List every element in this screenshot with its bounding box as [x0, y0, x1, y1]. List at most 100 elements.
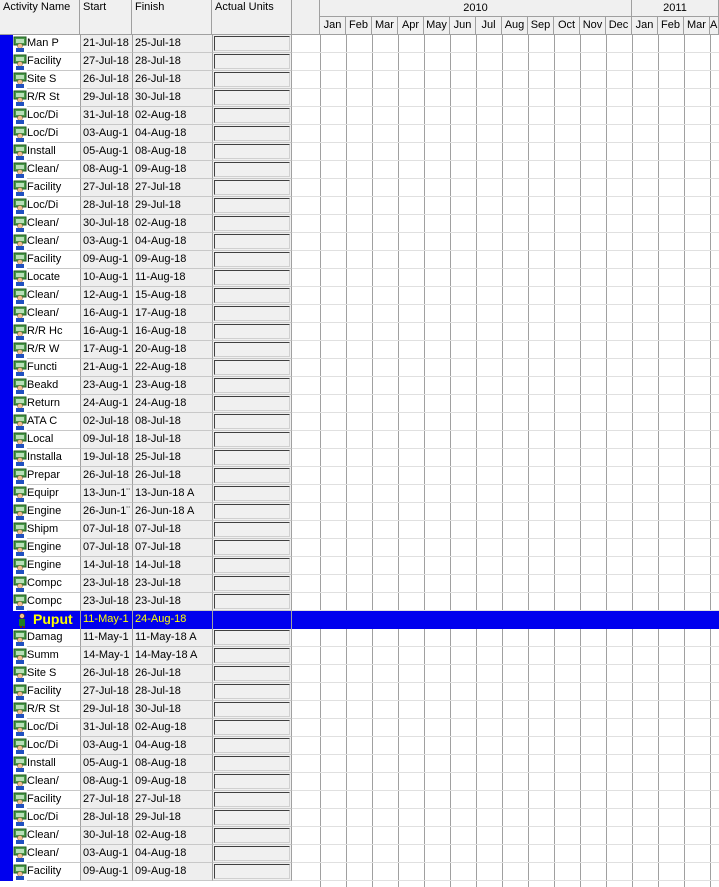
activity-name-cell[interactable]: Shipm [27, 521, 80, 539]
activity-row[interactable]: Clean/12-Aug-1 15-Aug-18 [0, 287, 719, 305]
activity-name-cell[interactable]: Return [27, 395, 80, 413]
actual-units-input[interactable] [214, 630, 290, 645]
actual-units-cell[interactable] [212, 503, 292, 521]
finish-cell[interactable]: 30-Jul-18 [132, 89, 212, 107]
start-cell[interactable]: 31-Jul-18 [80, 719, 132, 737]
activity-row[interactable]: Install 05-Aug-1 08-Aug-18 [0, 143, 719, 161]
start-cell[interactable]: 29-Jul-18 [80, 89, 132, 107]
activity-row[interactable]: Clean/08-Aug-1 09-Aug-18 [0, 773, 719, 791]
finish-cell[interactable]: 02-Aug-18 [132, 215, 212, 233]
activity-name-cell[interactable]: Site S [27, 71, 80, 89]
actual-units-input[interactable] [214, 828, 290, 843]
start-cell[interactable]: 24-Aug-1 [80, 395, 132, 413]
activity-row[interactable]: Equipr 13-Jun-1¨ 13-Jun-18 A [0, 485, 719, 503]
start-cell[interactable]: 05-Aug-1 [80, 755, 132, 773]
activity-name-cell[interactable]: Clean/ [27, 305, 80, 323]
activity-row[interactable]: Loc/Di 31-Jul-18 02-Aug-18 [0, 719, 719, 737]
actual-units-input[interactable] [214, 108, 290, 123]
activity-row[interactable]: Engine 14-Jul-18 14-Jul-18 [0, 557, 719, 575]
actual-units-cell[interactable] [212, 431, 292, 449]
finish-cell[interactable]: 22-Aug-18 [132, 359, 212, 377]
actual-units-input[interactable] [214, 738, 290, 753]
actual-units-input[interactable] [214, 756, 290, 771]
activity-name-cell[interactable]: R/R Hc [27, 323, 80, 341]
actual-units-cell[interactable] [212, 395, 292, 413]
finish-cell[interactable]: 08-Aug-18 [132, 143, 212, 161]
start-cell[interactable]: 03-Aug-1 [80, 233, 132, 251]
start-cell[interactable]: 03-Aug-1 [80, 737, 132, 755]
actual-units-cell[interactable] [212, 89, 292, 107]
finish-cell[interactable]: 14-May-18 A [132, 647, 212, 665]
start-cell[interactable]: 09-Jul-18 [80, 431, 132, 449]
finish-cell[interactable]: 25-Jul-18 [132, 449, 212, 467]
activity-name-cell[interactable]: Site S [27, 665, 80, 683]
actual-units-input[interactable] [214, 126, 290, 141]
actual-units-input[interactable] [214, 558, 290, 573]
start-cell[interactable]: 03-Aug-1 [80, 845, 132, 863]
actual-units-input[interactable] [214, 450, 290, 465]
activity-row[interactable]: Loc/Di 03-Aug-1 04-Aug-18 [0, 125, 719, 143]
actual-units-cell[interactable] [212, 845, 292, 863]
actual-units-input[interactable] [214, 648, 290, 663]
activity-name-cell[interactable]: R/R St [27, 701, 80, 719]
actual-units-input[interactable] [214, 252, 290, 267]
activity-row[interactable]: Facility 09-Aug-1 09-Aug-18 [0, 863, 719, 881]
activity-name-cell[interactable]: Local [27, 431, 80, 449]
finish-cell[interactable]: 27-Jul-18 [132, 791, 212, 809]
finish-cell[interactable]: 15-Aug-18 [132, 287, 212, 305]
activity-name-cell[interactable]: Beakd [27, 377, 80, 395]
actual-units-input[interactable] [214, 216, 290, 231]
actual-units-cell[interactable] [212, 107, 292, 125]
actual-units-cell[interactable] [212, 251, 292, 269]
actual-units-input[interactable] [214, 360, 290, 375]
start-cell[interactable]: 19-Jul-18 [80, 449, 132, 467]
activity-row[interactable]: Facility 27-Jul-18 27-Jul-18 [0, 791, 719, 809]
start-cell[interactable]: 28-Jul-18 [80, 197, 132, 215]
finish-cell[interactable]: 13-Jun-18 A [132, 485, 212, 503]
activity-name-cell[interactable]: Functi [27, 359, 80, 377]
finish-cell[interactable]: 04-Aug-18 [132, 125, 212, 143]
finish-cell[interactable]: 20-Aug-18 [132, 341, 212, 359]
finish-cell[interactable]: 26-Jul-18 [132, 71, 212, 89]
activity-row[interactable]: Installa 19-Jul-18 25-Jul-18 [0, 449, 719, 467]
actual-units-cell[interactable] [212, 413, 292, 431]
activity-name-cell[interactable]: ATA C [27, 413, 80, 431]
finish-cell[interactable]: 08-Aug-18 [132, 755, 212, 773]
activity-name-cell[interactable]: Loc/Di [27, 809, 80, 827]
finish-cell[interactable]: 26-Jul-18 [132, 467, 212, 485]
activity-name-cell[interactable]: Summ [27, 647, 80, 665]
actual-units-input[interactable] [214, 72, 290, 87]
activity-row[interactable]: Clean/08-Aug-1 09-Aug-18 [0, 161, 719, 179]
actual-units-input[interactable] [214, 306, 290, 321]
activity-row[interactable]: Man P 21-Jul-18 25-Jul-18 [0, 35, 719, 53]
finish-cell[interactable]: 25-Jul-18 [132, 35, 212, 53]
actual-units-input[interactable] [214, 720, 290, 735]
actual-units-input[interactable] [214, 846, 290, 861]
actual-units-cell[interactable] [212, 143, 292, 161]
start-cell[interactable]: 21-Aug-1 [80, 359, 132, 377]
actual-units-input[interactable] [214, 180, 290, 195]
actual-units-cell[interactable] [212, 611, 292, 629]
start-cell[interactable]: 14-Jul-18 [80, 557, 132, 575]
start-cell[interactable]: 23-Jul-18 [80, 593, 132, 611]
activity-name-cell[interactable]: Facility [27, 863, 80, 881]
finish-cell[interactable]: 18-Jul-18 [132, 431, 212, 449]
start-cell[interactable]: 12-Aug-1 [80, 287, 132, 305]
activity-name-cell[interactable]: Man P [27, 35, 80, 53]
finish-cell[interactable]: 26-Jul-18 [132, 665, 212, 683]
start-cell[interactable]: 09-Aug-1 [80, 251, 132, 269]
actual-units-cell[interactable] [212, 647, 292, 665]
start-cell[interactable]: 31-Jul-18 [80, 107, 132, 125]
start-cell[interactable]: 11-May-1 [80, 611, 132, 629]
actual-units-cell[interactable] [212, 449, 292, 467]
start-cell[interactable]: 16-Aug-1 [80, 323, 132, 341]
activity-name-cell[interactable]: Facility [27, 791, 80, 809]
finish-cell[interactable]: 30-Jul-18 [132, 701, 212, 719]
activity-name-cell[interactable]: Engine [27, 503, 80, 521]
activity-name-cell[interactable]: Clean/ [27, 233, 80, 251]
activity-row[interactable]: Loc/Di 28-Jul-18 29-Jul-18 [0, 197, 719, 215]
actual-units-input[interactable] [214, 324, 290, 339]
actual-units-input[interactable] [214, 684, 290, 699]
actual-units-cell[interactable] [212, 809, 292, 827]
start-cell[interactable]: 27-Jul-18 [80, 791, 132, 809]
